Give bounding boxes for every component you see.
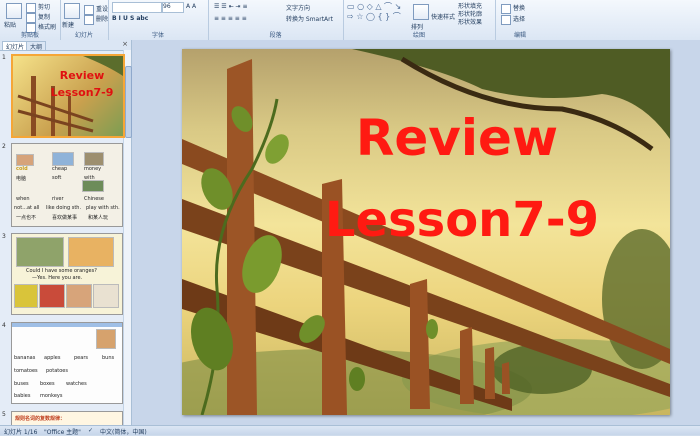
thumb-picture — [16, 237, 64, 267]
ribbon: 粘贴 剪切 复制 格式刷 剪贴板 新建 重设 删除 幻灯片 96 B I U S… — [0, 0, 700, 41]
slide-thumbnail-image: Review Lesson7-9 — [11, 54, 125, 138]
grow-font-button[interactable]: A A — [186, 3, 196, 10]
paste-button[interactable]: 粘贴 — [4, 20, 16, 29]
paragraph-group: ☰ ☰ ⇤ ⇥ ≡ ≡ ≡ ≡ ≡ ≡ 文字方向 转换为 SmartArt 段落 — [208, 0, 344, 40]
current-slide[interactable]: Review Lesson7-9 — [182, 49, 670, 415]
language[interactable]: 中文(简体，中国) — [100, 427, 147, 436]
scrollbar-thumb[interactable] — [125, 66, 132, 138]
slide-thumbnails-panel: 幻灯片 大纲 × 1 Review Lesson7-9 2 cold cheap… — [0, 40, 132, 427]
slide-number: 5 — [2, 411, 6, 418]
thumb-picture — [39, 284, 65, 308]
clipboard-group: 粘贴 剪切 复制 格式刷 剪贴板 — [0, 0, 61, 40]
thumb-picture — [84, 152, 104, 166]
bold-button[interactable]: B I U S abc — [112, 15, 148, 22]
text-direction-button[interactable]: 文字方向 — [286, 3, 310, 12]
thumbnail-slide-4[interactable]: 4 bananas apples pears buns tomatoes pot… — [2, 322, 123, 406]
font-group-label: 字体 — [151, 32, 164, 39]
editing-group: 替换 选择 编辑 — [495, 0, 545, 40]
thumb-band — [12, 323, 122, 327]
cut-button[interactable]: 剪切 — [26, 2, 50, 13]
slide-editing-area: Review Lesson7-9 — [132, 40, 700, 425]
tab-outline[interactable]: 大纲 — [26, 41, 47, 51]
align-buttons[interactable]: ≡ ≡ ≡ ≡ ≡ — [214, 15, 247, 22]
theme-name: "Office 主题" — [44, 429, 81, 436]
clipboard-group-label: 剪贴板 — [20, 32, 39, 39]
font-size-box[interactable]: 96 — [162, 2, 184, 13]
thumbnail-slide-5[interactable]: 5 规则名词的复数规律： — [2, 411, 123, 427]
slides-group: 新建 重设 删除 幻灯片 — [60, 0, 109, 40]
quick-styles-button[interactable]: 快速样式 — [431, 12, 455, 21]
slide-thumbnail-image: cold cheap money 电脑 soft with when river… — [11, 143, 123, 227]
arrange-icon[interactable] — [413, 4, 429, 20]
reset-icon — [84, 4, 94, 15]
thumbnail-slide-2[interactable]: 2 cold cheap money 电脑 soft with when riv… — [2, 143, 123, 229]
drawing-group-label: 绘图 — [412, 32, 425, 39]
slide-title-line-1[interactable]: Review — [287, 109, 627, 167]
convert-smartart-button[interactable]: 转换为 SmartArt — [286, 14, 333, 23]
delete-button[interactable]: 删除 — [84, 14, 108, 25]
thumb-picture — [16, 154, 34, 166]
delete-icon — [84, 14, 94, 25]
replace-icon — [501, 3, 511, 14]
paste-icon[interactable] — [6, 3, 22, 19]
reset-button[interactable]: 重设 — [84, 4, 108, 15]
copy-button[interactable]: 复制 — [26, 12, 50, 23]
thumb-picture — [82, 180, 104, 192]
thumb-picture — [68, 237, 114, 267]
thumbnail-slide-3[interactable]: 3 Could I have some oranges? —Yes. Here … — [2, 233, 123, 317]
shape-effects-button[interactable]: 形状效果 — [458, 17, 482, 26]
thumb-title-1: Review — [59, 69, 105, 82]
select-icon — [501, 14, 511, 25]
slide-number: 2 — [2, 143, 6, 150]
thumb-picture — [96, 329, 116, 349]
panel-tabs: 幻灯片 大纲 × — [0, 40, 131, 51]
thumb-picture — [93, 284, 119, 308]
drawing-group: ▭ ○ ◇ △ ⌒ ↘ ⇨ ☆ ◯ { } ⌒ 排列 快速样式 形状填充 形状轮… — [343, 0, 496, 40]
thumb-title-2: Lesson7-9 — [50, 86, 114, 99]
thumbnail-slide-1[interactable]: 1 Review Lesson7-9 — [2, 54, 125, 138]
close-icon[interactable]: × — [122, 40, 128, 48]
slide-number: 3 — [2, 233, 6, 240]
slide-thumbnail-image: bananas apples pears buns tomatoes potat… — [11, 322, 123, 404]
slide-number: 1 — [2, 54, 6, 61]
font-group: 96 B I U S abc A A 字体 — [108, 0, 209, 40]
thumb-picture — [14, 284, 38, 308]
tab-slides[interactable]: 幻灯片 — [2, 41, 29, 51]
shapes-gallery-row2[interactable]: ⇨ ☆ ◯ { } ⌒ — [347, 11, 401, 22]
select-button[interactable]: 选择 — [501, 14, 525, 25]
paragraph-group-label: 段落 — [269, 32, 282, 39]
slide-number: 4 — [2, 322, 6, 329]
slides-group-label: 幻灯片 — [74, 32, 93, 39]
new-slide-button[interactable]: 新建 — [62, 20, 74, 29]
slide-thumbnail-image: Could I have some oranges? —Yes. Here yo… — [11, 233, 123, 315]
editing-group-label: 编辑 — [513, 32, 526, 39]
spellcheck-icon[interactable]: ✓ — [88, 427, 93, 434]
font-name-box[interactable] — [112, 2, 162, 13]
copy-icon — [26, 12, 36, 23]
slide-count: 幻灯片 1/16 — [4, 429, 38, 436]
slide-title-line-2[interactable]: Lesson7-9 — [252, 192, 670, 248]
new-slide-icon[interactable] — [64, 3, 80, 19]
replace-button[interactable]: 替换 — [501, 3, 525, 14]
thumb-picture — [52, 152, 74, 166]
thumb-picture — [66, 284, 92, 308]
scissors-icon — [26, 2, 36, 13]
bullets-button[interactable]: ☰ ☰ ⇤ ⇥ ≡ — [214, 3, 247, 10]
